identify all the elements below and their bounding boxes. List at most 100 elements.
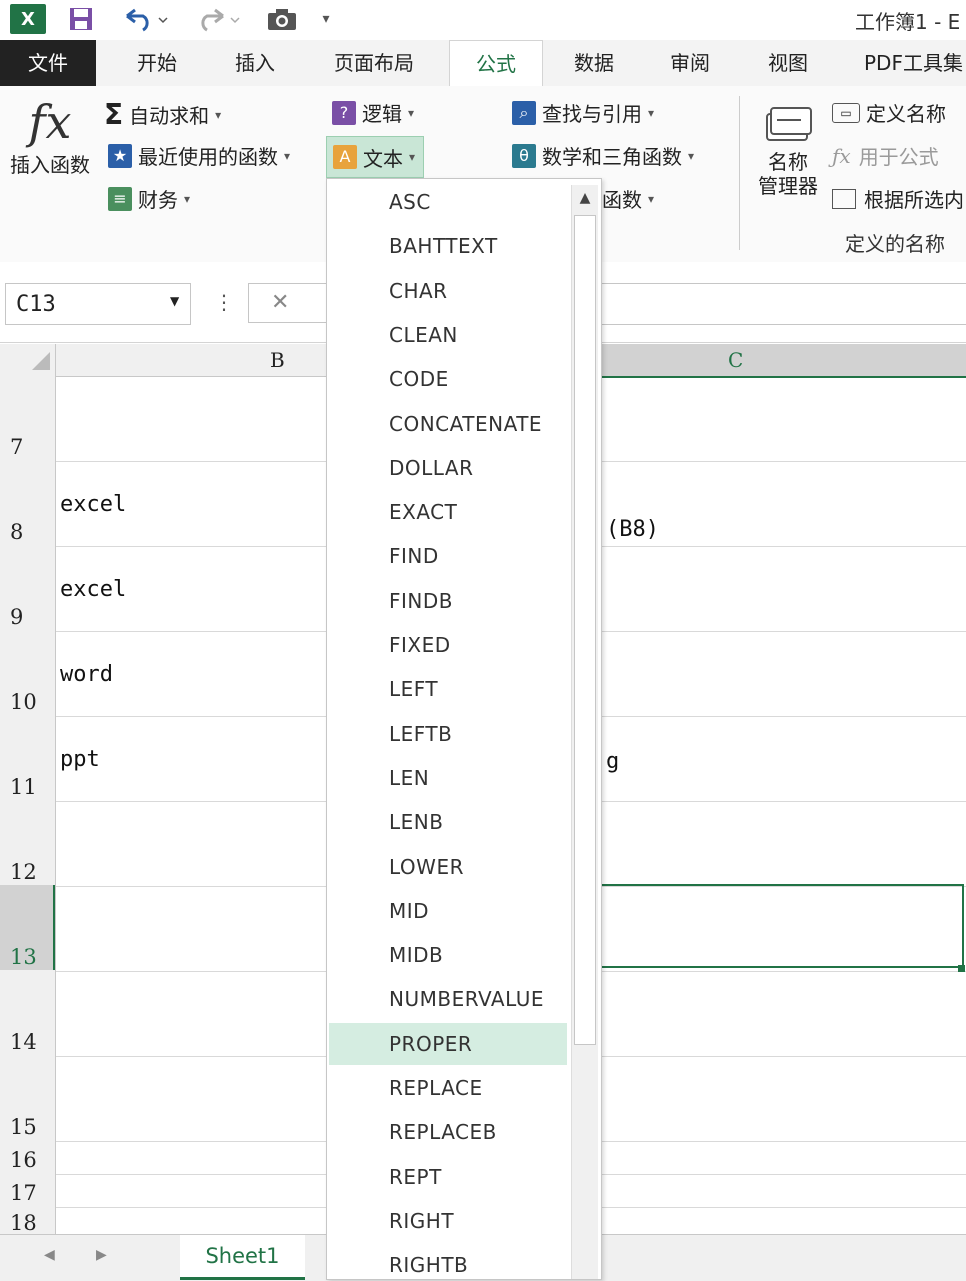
function-item-lower[interactable]: LOWER xyxy=(329,846,567,888)
fill-handle[interactable] xyxy=(958,965,965,972)
function-item-rightb[interactable]: RIGHTB xyxy=(329,1244,567,1279)
row-header-7[interactable]: 7 xyxy=(0,376,55,461)
tab-view[interactable]: 视图 xyxy=(748,40,828,86)
insert-function-label: 插入函数 xyxy=(10,153,90,177)
autosum-label: 自动求和 xyxy=(129,104,210,128)
select-all-button[interactable] xyxy=(0,344,56,376)
function-item-len[interactable]: LEN xyxy=(329,757,567,799)
chevron-down-icon: ▾ xyxy=(184,191,191,206)
customize-qat-icon[interactable]: ▾ xyxy=(314,4,338,34)
function-item-rept[interactable]: REPT xyxy=(329,1156,567,1198)
tab-insert[interactable]: 插入 xyxy=(214,40,296,86)
function-item-clean[interactable]: CLEAN xyxy=(329,314,567,356)
tab-file[interactable]: 文件 xyxy=(0,40,96,86)
cell-b11[interactable]: ppt xyxy=(60,747,100,772)
function-item-leftb[interactable]: LEFTB xyxy=(329,713,567,755)
row-header-8[interactable]: 8 xyxy=(0,461,55,546)
fx-small-icon: ƒx xyxy=(832,143,851,168)
define-name-button[interactable]: ▭ 定义名称 xyxy=(832,98,946,127)
excel-logo-icon: X xyxy=(10,4,46,34)
tab-home[interactable]: 开始 xyxy=(116,40,198,86)
function-item-code[interactable]: CODE xyxy=(329,358,567,400)
text-functions-label: 文本 xyxy=(363,146,403,171)
function-item-char[interactable]: CHAR xyxy=(329,270,567,312)
row-header-11[interactable]: 11 xyxy=(0,716,55,801)
scroll-up-icon[interactable]: ▲ xyxy=(572,185,598,211)
text-functions-dropdown: ASC BAHTTEXT CHAR CLEAN CODE CONCATENATE DOLLA… xyxy=(326,178,602,1280)
name-box[interactable]: C13 ▼ xyxy=(5,283,191,325)
function-item-lenb[interactable]: LENB xyxy=(329,801,567,843)
cell-c8[interactable]: (B8) xyxy=(606,517,659,542)
function-item-proper[interactable]: PROPER xyxy=(329,1022,567,1065)
logic-button[interactable]: ? 逻辑 ▾ xyxy=(332,98,414,127)
use-in-formula-button[interactable]: ƒx 用于公式 xyxy=(832,141,939,170)
row-header-13[interactable]: 13 xyxy=(0,886,55,971)
tab-data[interactable]: 数据 xyxy=(554,40,634,86)
save-icon[interactable] xyxy=(64,4,98,34)
formula-input[interactable] xyxy=(600,283,966,325)
function-item-left[interactable]: LEFT xyxy=(329,668,567,710)
camera-icon[interactable] xyxy=(264,4,300,34)
scroll-right-icon[interactable]: ▶ xyxy=(96,1247,107,1263)
tab-page-layout[interactable]: 页面布局 xyxy=(318,40,430,86)
autosum-button[interactable]: Σ 自动求和 ▾ xyxy=(104,98,221,131)
tab-formulas[interactable]: 公式 xyxy=(449,40,543,88)
create-from-selection-button[interactable]: 根据所选内 xyxy=(832,184,964,213)
tab-pdf-tools[interactable]: PDF工具集 xyxy=(848,40,966,86)
defined-names-group-label: 定义的名称 xyxy=(845,232,945,256)
finance-button[interactable]: ≡ 财务 ▾ xyxy=(108,184,190,213)
sheet-tab-sheet1[interactable]: Sheet1 xyxy=(180,1235,305,1280)
scroll-thumb[interactable] xyxy=(574,215,596,1045)
function-item-right[interactable]: RIGHT xyxy=(329,1200,567,1242)
function-item-fixed[interactable]: FIXED xyxy=(329,624,567,666)
chevron-down-icon: ▾ xyxy=(284,148,291,163)
math-trig-button[interactable]: θ 数学和三角函数 ▾ xyxy=(512,141,694,170)
chevron-down-icon[interactable]: ▼ xyxy=(170,294,179,308)
star-icon: ★ xyxy=(108,143,132,168)
undo-icon[interactable] xyxy=(116,4,172,34)
row-header-10[interactable]: 10 xyxy=(0,631,55,716)
function-item-findb[interactable]: FINDB xyxy=(329,580,567,622)
recent-functions-button[interactable]: ★ 最近使用的函数 ▾ xyxy=(108,141,290,170)
redo-icon[interactable] xyxy=(190,4,246,34)
column-header-c-selected[interactable] xyxy=(600,344,966,378)
function-item-concatenate[interactable]: CONCATENATE xyxy=(329,403,567,445)
cell-b10[interactable]: word xyxy=(60,662,113,687)
cell-c11[interactable]: g xyxy=(606,749,619,774)
cancel-button[interactable]: ✕ xyxy=(248,283,338,323)
selected-cell-c13[interactable] xyxy=(600,884,964,968)
row-header-9[interactable]: 9 xyxy=(0,546,55,631)
function-item-replace[interactable]: REPLACE xyxy=(329,1067,567,1109)
function-item-replaceb[interactable]: REPLACEB xyxy=(329,1111,567,1153)
function-item-dollar[interactable]: DOLLAR xyxy=(329,447,567,489)
dropdown-scrollbar[interactable]: ▲ xyxy=(571,185,598,1279)
row-header-17[interactable]: 17 xyxy=(0,1174,55,1207)
insert-function-button[interactable]: fx 插入函数 xyxy=(4,94,96,194)
more-icon[interactable]: ⋮ xyxy=(214,290,234,314)
cell-b8[interactable]: excel xyxy=(60,492,126,517)
function-item-bahttext[interactable]: BAHTTEXT xyxy=(329,225,567,267)
function-item-mid[interactable]: MID xyxy=(329,890,567,932)
cell-b9[interactable]: excel xyxy=(60,577,126,602)
row-header-15[interactable]: 15 xyxy=(0,1056,55,1141)
tab-review[interactable]: 审阅 xyxy=(652,40,728,86)
scroll-left-icon[interactable]: ◀ xyxy=(44,1247,55,1263)
row-header-12[interactable]: 12 xyxy=(0,801,55,886)
column-header-b[interactable]: B xyxy=(270,348,285,372)
function-item-find[interactable]: FIND xyxy=(329,535,567,577)
lookup-button[interactable]: ⌕ 查找与引用 ▾ xyxy=(512,98,654,127)
function-item-numbervalue[interactable]: NUMBERVALUE xyxy=(329,978,567,1020)
function-item-midb[interactable]: MIDB xyxy=(329,934,567,976)
function-item-asc[interactable]: ASC xyxy=(329,181,567,223)
theta-icon: θ xyxy=(512,143,536,168)
function-icon: fx xyxy=(28,95,72,149)
more-functions-button[interactable]: 函数 ▾ xyxy=(602,184,654,213)
row-header-18[interactable]: 18 xyxy=(0,1207,55,1234)
row-header-14[interactable]: 14 xyxy=(0,971,55,1056)
book-icon: ≡ xyxy=(108,186,132,211)
text-functions-button[interactable]: A 文本 ▾ xyxy=(326,136,425,178)
function-item-exact[interactable]: EXACT xyxy=(329,491,567,533)
name-manager-button[interactable]: 名称 管理器 xyxy=(748,100,828,220)
row-header-16[interactable]: 16 xyxy=(0,1141,55,1174)
column-header-c[interactable]: C xyxy=(728,348,743,372)
